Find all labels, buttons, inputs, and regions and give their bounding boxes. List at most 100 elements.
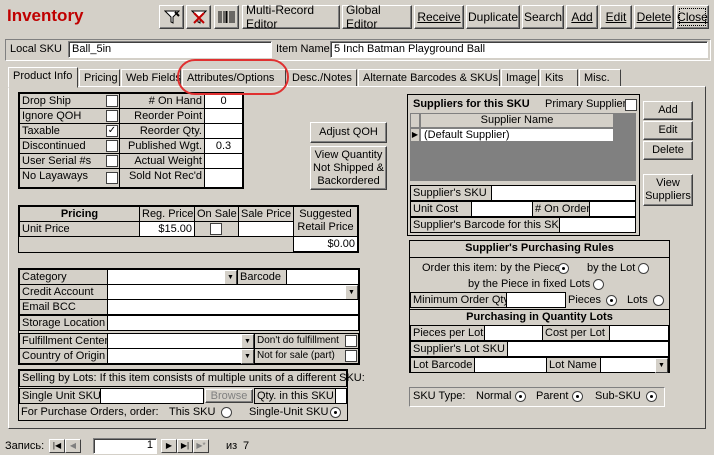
sale-price-field[interactable] [238, 221, 294, 237]
tab-desc-notes[interactable]: Desc./Notes [287, 69, 357, 87]
by-lot-radio[interactable] [638, 263, 649, 274]
first-record-icon[interactable]: |◀ [49, 439, 65, 453]
pieces-radio[interactable] [606, 295, 617, 306]
supplier-add-button[interactable]: Add [643, 101, 693, 120]
tab-pricing[interactable]: Pricing [79, 69, 120, 87]
fixed-lots-radio[interactable] [593, 279, 604, 290]
sku-parent-label: Parent [536, 390, 569, 402]
new-record-icon[interactable]: ▶* [193, 439, 209, 453]
sold-not-recd-field[interactable] [204, 168, 243, 188]
country-dropdown-icon[interactable]: ▼ [241, 349, 254, 364]
view-quantity-button[interactable]: View Quantity Not Shipped & Backordered [310, 146, 387, 190]
discontinued-checkbox[interactable] [106, 140, 118, 152]
tab-misc[interactable]: Misc. [579, 69, 621, 87]
single-unit-radio[interactable] [330, 407, 341, 418]
category-dropdown-icon[interactable]: ▼ [224, 270, 237, 285]
edit-button[interactable]: Edit [600, 5, 632, 29]
supplier-barcode-field[interactable] [559, 217, 636, 233]
view-suppliers-button[interactable]: View Suppliers [643, 174, 693, 206]
browse-button[interactable]: Browse [205, 389, 253, 403]
on-sale-checkbox[interactable] [210, 223, 222, 235]
local-sku-field[interactable]: Ball_5in [68, 41, 272, 58]
tab-alternate-barcodes[interactable]: Alternate Barcodes & SKUs [358, 69, 500, 87]
flag-no-layaways: No Layaways [19, 168, 120, 188]
lot-barcode-field[interactable] [474, 357, 547, 373]
on-order-field[interactable] [589, 201, 636, 217]
remove-filter-icon[interactable] [186, 5, 211, 29]
min-order-qty-field[interactable] [506, 292, 566, 308]
supplier-delete-button[interactable]: Delete [643, 141, 693, 160]
cost-per-lot-field[interactable] [609, 325, 669, 341]
barcode-field[interactable] [286, 269, 359, 285]
delete-button[interactable]: Delete [634, 5, 674, 29]
adjust-qoh-button[interactable]: Adjust QOH [310, 122, 387, 143]
tab-kits[interactable]: Kits [540, 69, 578, 87]
sku-sub-radio[interactable] [646, 391, 657, 402]
tab-image[interactable]: Image [501, 69, 539, 87]
sku-parent-radio[interactable] [572, 391, 583, 402]
lot-name-dropdown-icon[interactable]: ▼ [655, 358, 668, 373]
not-for-sale-checkbox[interactable] [345, 350, 357, 362]
pricing-header: Pricing [19, 206, 140, 222]
no-layaways-checkbox[interactable] [106, 172, 118, 184]
category-combo[interactable]: ▼ [107, 269, 238, 285]
fulfillment-center-label: Fulfillment Center [19, 333, 108, 349]
filter-icon[interactable] [159, 5, 184, 29]
single-unit-sku-field[interactable] [100, 388, 204, 404]
supplier-row[interactable]: (Default Supplier) [420, 128, 614, 142]
drop-ship-checkbox[interactable] [106, 95, 118, 107]
view-suppliers-line-2: Suppliers [645, 190, 691, 202]
credit-account-combo[interactable]: ▼ [107, 284, 359, 300]
supplier-barcode-label: Supplier's Barcode for this SKU [410, 217, 567, 233]
pieces-per-lot-field[interactable] [484, 325, 543, 341]
on-hand-field[interactable]: 0 [204, 93, 243, 109]
fulfillment-dropdown-icon[interactable]: ▼ [241, 334, 254, 349]
email-bcc-field[interactable] [107, 299, 359, 315]
search-button[interactable]: Search [522, 5, 564, 29]
item-name-field[interactable]: 5 Inch Batman Playground Ball [330, 41, 708, 58]
reorder-point-field[interactable] [204, 108, 243, 124]
prev-record-icon[interactable]: ◀ [65, 439, 81, 453]
qty-in-sku-field[interactable] [335, 388, 347, 404]
taxable-checkbox[interactable]: ✓ [106, 125, 118, 137]
last-record-icon[interactable]: ▶| [177, 439, 193, 453]
reorder-qty-field[interactable] [204, 123, 243, 139]
lot-name-combo[interactable]: ▼ [600, 357, 669, 373]
country-origin-combo[interactable]: ▼ [107, 348, 255, 364]
barcode-icon[interactable] [214, 5, 239, 29]
supplier-sku-field[interactable] [491, 185, 636, 201]
record-number-field[interactable]: 1 [93, 438, 157, 454]
primary-supplier-checkbox[interactable] [625, 99, 637, 111]
sku-normal-radio[interactable] [515, 391, 526, 402]
fulfillment-center-combo[interactable]: ▼ [107, 333, 255, 349]
reg-price-field[interactable]: $15.00 [139, 221, 195, 237]
credit-account-dropdown-icon[interactable]: ▼ [345, 285, 358, 300]
storage-location-field[interactable] [107, 315, 359, 331]
suggested-retail-field[interactable]: $0.00 [293, 236, 358, 252]
lot-sku-field[interactable] [507, 341, 669, 357]
tab-product-info[interactable]: Product Info [8, 67, 78, 88]
add-button[interactable]: Add [566, 5, 598, 29]
tab-web-fields[interactable]: Web Fields [121, 69, 181, 87]
ignore-qoh-checkbox[interactable] [106, 110, 118, 122]
unit-cost-field[interactable] [471, 201, 533, 217]
supplier-edit-button[interactable]: Edit [643, 121, 693, 140]
user-serial-checkbox[interactable] [106, 155, 118, 167]
next-record-icon[interactable]: ▶ [161, 439, 177, 453]
close-button[interactable]: Close [676, 5, 709, 29]
unit-price-label: Unit Price [19, 221, 140, 237]
by-piece-radio[interactable] [558, 263, 569, 274]
po-order-label: For Purchase Orders, order: [21, 406, 159, 418]
duplicate-button[interactable]: Duplicate [466, 5, 520, 29]
published-wgt-field[interactable]: 0.3 [204, 138, 243, 154]
dont-fulfill-checkbox[interactable] [345, 335, 357, 347]
stock-reorder-point-label: Reorder Point [119, 108, 205, 124]
suppliers-box: Suppliers for this SKU Primary Supplier … [407, 94, 640, 236]
multi-record-editor-button[interactable]: Multi-Record Editor [242, 3, 340, 31]
global-editor-button[interactable]: Global Editor [342, 3, 412, 31]
this-sku-radio[interactable] [221, 407, 232, 418]
actual-weight-field[interactable] [204, 153, 243, 169]
receive-button[interactable]: Receive [414, 5, 464, 29]
row-selector-icon[interactable]: ▶ [410, 128, 420, 142]
lots-radio[interactable] [653, 295, 664, 306]
